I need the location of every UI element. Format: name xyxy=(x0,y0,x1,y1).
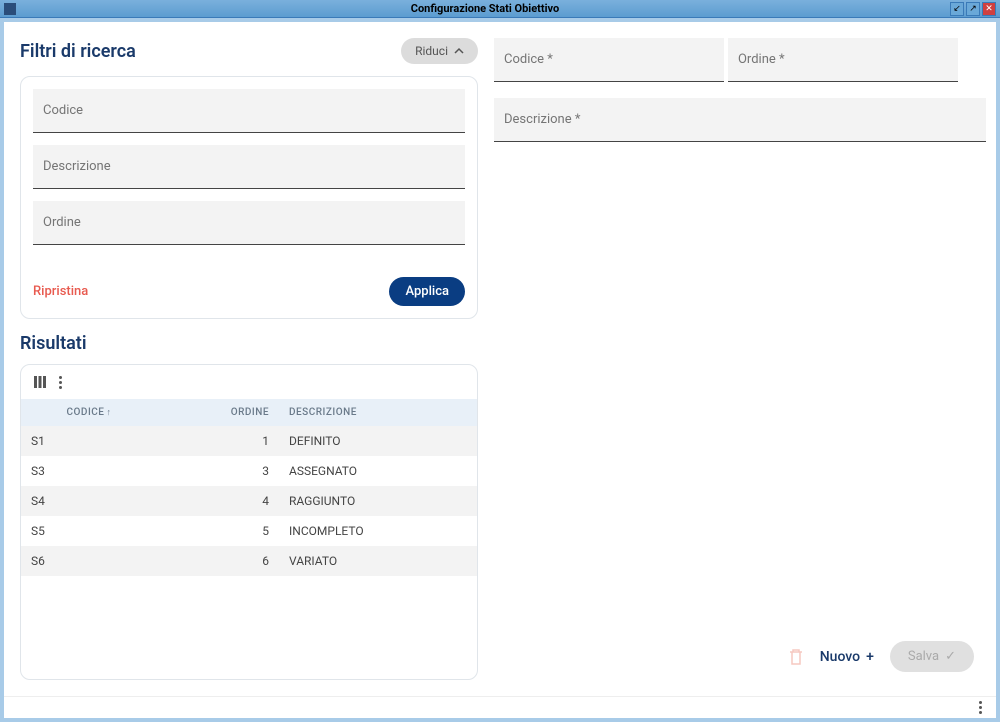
descrizione-form-input[interactable] xyxy=(494,98,986,142)
table-row[interactable]: S33ASSEGNATO xyxy=(21,456,477,486)
check-icon: ✓ xyxy=(945,649,956,664)
new-label: Nuovo xyxy=(820,649,860,665)
more-options-icon[interactable] xyxy=(59,375,62,389)
column-descrizione[interactable]: DESCRIZIONE xyxy=(279,399,477,426)
column-codice[interactable]: CODICE↑ xyxy=(21,399,157,426)
minimize-button[interactable]: ↙ xyxy=(950,2,964,16)
reset-button[interactable]: Ripristina xyxy=(33,284,88,299)
save-label: Salva xyxy=(908,649,939,664)
table-row[interactable]: S44RAGGIUNTO xyxy=(21,486,477,516)
maximize-button[interactable]: ↗ xyxy=(966,2,980,16)
filters-title: Filtri di ricerca xyxy=(20,41,136,62)
trash-icon[interactable] xyxy=(788,648,804,666)
column-ordine[interactable]: ORDINE xyxy=(157,399,279,426)
descrizione-filter-input[interactable] xyxy=(33,145,465,189)
app-icon xyxy=(4,3,16,15)
bottom-more-icon[interactable] xyxy=(979,701,982,714)
codice-form-input[interactable] xyxy=(494,38,724,82)
filter-card: Ripristina Applica xyxy=(20,76,478,319)
ordine-form-input[interactable] xyxy=(728,38,958,82)
columns-icon[interactable] xyxy=(33,375,47,389)
close-button[interactable]: ✕ xyxy=(982,2,996,16)
apply-button[interactable]: Applica xyxy=(389,277,465,306)
new-button[interactable]: Nuovo + xyxy=(820,649,874,665)
results-title: Risultati xyxy=(20,333,478,354)
reduce-label: Riduci xyxy=(415,44,448,58)
window-titlebar: Configurazione Stati Obiettivo ↙ ↗ ✕ xyxy=(0,0,1000,18)
codice-filter-input[interactable] xyxy=(33,89,465,133)
reduce-button[interactable]: Riduci xyxy=(401,38,478,64)
table-row[interactable]: S55INCOMPLETO xyxy=(21,516,477,546)
table-row[interactable]: S66VARIATO xyxy=(21,546,477,576)
window-title: Configurazione Stati Obiettivo xyxy=(20,2,950,15)
chevron-up-icon xyxy=(454,46,464,56)
ordine-filter-input[interactable] xyxy=(33,201,465,245)
table-row[interactable]: S11DEFINITO xyxy=(21,426,477,456)
plus-icon: + xyxy=(866,649,874,665)
save-button[interactable]: Salva ✓ xyxy=(890,641,974,672)
results-table: CODICE↑ ORDINE DESCRIZIONE S11DEFINITOS3… xyxy=(21,399,477,576)
results-card: CODICE↑ ORDINE DESCRIZIONE S11DEFINITOS3… xyxy=(20,364,478,680)
